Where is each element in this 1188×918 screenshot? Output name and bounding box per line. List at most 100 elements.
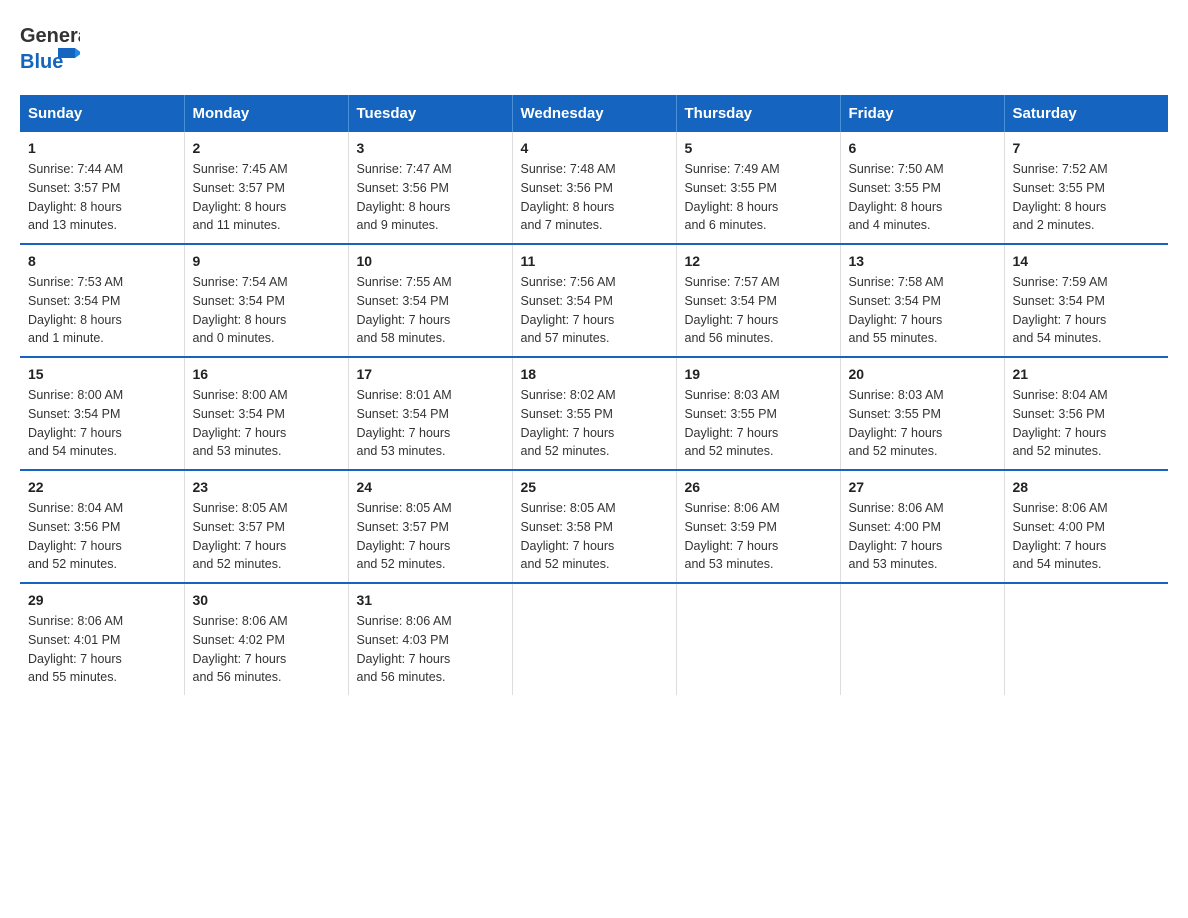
day-info: Sunrise: 8:05 AM Sunset: 3:58 PM Dayligh…	[521, 499, 668, 574]
day-info: Sunrise: 8:00 AM Sunset: 3:54 PM Dayligh…	[193, 386, 340, 461]
day-info: Sunrise: 8:03 AM Sunset: 3:55 PM Dayligh…	[685, 386, 832, 461]
day-number: 16	[193, 366, 340, 382]
calendar-week-5: 29 Sunrise: 8:06 AM Sunset: 4:01 PM Dayli…	[20, 583, 1168, 695]
day-info: Sunrise: 7:48 AM Sunset: 3:56 PM Dayligh…	[521, 160, 668, 235]
calendar-week-3: 15 Sunrise: 8:00 AM Sunset: 3:54 PM Dayli…	[20, 357, 1168, 470]
calendar-cell: 14Sunrise: 7:59 AM Sunset: 3:54 PM Dayli…	[1004, 244, 1168, 357]
day-info: Sunrise: 8:00 AM Sunset: 3:54 PM Dayligh…	[28, 386, 176, 461]
calendar-cell	[840, 583, 1004, 695]
day-info: Sunrise: 8:06 AM Sunset: 4:02 PM Dayligh…	[193, 612, 340, 687]
header-row: SundayMondayTuesdayWednesdayThursdayFrid…	[20, 95, 1168, 132]
calendar-cell	[676, 583, 840, 695]
calendar-cell: 18 Sunrise: 8:02 AM Sunset: 3:55 PM Dayli…	[512, 357, 676, 470]
calendar-week-2: 8 Sunrise: 7:53 AM Sunset: 3:54 PM Daylig…	[20, 244, 1168, 357]
day-info: Sunrise: 7:56 AM Sunset: 3:54 PM Dayligh…	[521, 273, 668, 348]
svg-text:Blue: Blue	[20, 51, 63, 73]
calendar-cell: 2 Sunrise: 7:45 AM Sunset: 3:57 PM Daylig…	[184, 132, 348, 244]
calendar-cell: 23Sunrise: 8:05 AM Sunset: 3:57 PM Dayli…	[184, 470, 348, 583]
day-info: Sunrise: 8:04 AM Sunset: 3:56 PM Dayligh…	[28, 499, 176, 574]
calendar-cell: 12 Sunrise: 7:57 AM Sunset: 3:54 PM Dayli…	[676, 244, 840, 357]
svg-text:General: General	[20, 25, 80, 47]
day-info: Sunrise: 7:58 AM Sunset: 3:54 PM Dayligh…	[849, 273, 996, 348]
day-number: 5	[685, 140, 832, 156]
day-number: 17	[357, 366, 504, 382]
calendar-cell: 24Sunrise: 8:05 AM Sunset: 3:57 PM Dayli…	[348, 470, 512, 583]
calendar-cell: 25 Sunrise: 8:05 AM Sunset: 3:58 PM Dayli…	[512, 470, 676, 583]
day-number: 18	[521, 366, 668, 382]
calendar-cell: 4 Sunrise: 7:48 AM Sunset: 3:56 PM Daylig…	[512, 132, 676, 244]
day-number: 12	[685, 253, 832, 269]
day-number: 13	[849, 253, 996, 269]
day-number: 3	[357, 140, 504, 156]
column-header-thursday: Thursday	[676, 95, 840, 132]
day-number: 25	[521, 479, 668, 495]
day-number: 4	[521, 140, 668, 156]
logo: General Blue	[20, 20, 80, 75]
day-info: Sunrise: 7:49 AM Sunset: 3:55 PM Dayligh…	[685, 160, 832, 235]
calendar-week-1: 1Sunrise: 7:44 AM Sunset: 3:57 PM Daylig…	[20, 132, 1168, 244]
column-header-saturday: Saturday	[1004, 95, 1168, 132]
day-number: 30	[193, 592, 340, 608]
calendar-cell: 20Sunrise: 8:03 AM Sunset: 3:55 PM Dayli…	[840, 357, 1004, 470]
calendar-cell: 13 Sunrise: 7:58 AM Sunset: 3:54 PM Dayli…	[840, 244, 1004, 357]
day-info: Sunrise: 8:02 AM Sunset: 3:55 PM Dayligh…	[521, 386, 668, 461]
day-number: 11	[521, 253, 668, 269]
day-info: Sunrise: 7:57 AM Sunset: 3:54 PM Dayligh…	[685, 273, 832, 348]
day-number: 10	[357, 253, 504, 269]
calendar-week-4: 22Sunrise: 8:04 AM Sunset: 3:56 PM Dayli…	[20, 470, 1168, 583]
day-number: 26	[685, 479, 832, 495]
day-number: 19	[685, 366, 832, 382]
day-number: 7	[1013, 140, 1161, 156]
day-info: Sunrise: 7:50 AM Sunset: 3:55 PM Dayligh…	[849, 160, 996, 235]
calendar-cell: 15 Sunrise: 8:00 AM Sunset: 3:54 PM Dayli…	[20, 357, 184, 470]
calendar-cell: 1Sunrise: 7:44 AM Sunset: 3:57 PM Daylig…	[20, 132, 184, 244]
calendar-cell: 19 Sunrise: 8:03 AM Sunset: 3:55 PM Dayli…	[676, 357, 840, 470]
logo-icon: General Blue	[20, 20, 80, 75]
calendar-cell: 9 Sunrise: 7:54 AM Sunset: 3:54 PM Daylig…	[184, 244, 348, 357]
calendar-cell: 29 Sunrise: 8:06 AM Sunset: 4:01 PM Dayli…	[20, 583, 184, 695]
day-info: Sunrise: 7:52 AM Sunset: 3:55 PM Dayligh…	[1013, 160, 1161, 235]
calendar-cell: 8 Sunrise: 7:53 AM Sunset: 3:54 PM Daylig…	[20, 244, 184, 357]
day-info: Sunrise: 8:06 AM Sunset: 4:00 PM Dayligh…	[849, 499, 996, 574]
day-number: 14	[1013, 253, 1161, 269]
day-info: Sunrise: 7:55 AM Sunset: 3:54 PM Dayligh…	[357, 273, 504, 348]
day-number: 2	[193, 140, 340, 156]
day-info: Sunrise: 8:01 AM Sunset: 3:54 PM Dayligh…	[357, 386, 504, 461]
calendar-cell: 16 Sunrise: 8:00 AM Sunset: 3:54 PM Dayli…	[184, 357, 348, 470]
day-number: 9	[193, 253, 340, 269]
calendar-cell	[512, 583, 676, 695]
column-header-wednesday: Wednesday	[512, 95, 676, 132]
day-info: Sunrise: 8:06 AM Sunset: 4:00 PM Dayligh…	[1013, 499, 1161, 574]
day-number: 21	[1013, 366, 1161, 382]
calendar-cell: 3 Sunrise: 7:47 AM Sunset: 3:56 PM Daylig…	[348, 132, 512, 244]
day-number: 15	[28, 366, 176, 382]
day-info: Sunrise: 8:06 AM Sunset: 3:59 PM Dayligh…	[685, 499, 832, 574]
day-number: 20	[849, 366, 996, 382]
day-number: 31	[357, 592, 504, 608]
column-header-friday: Friday	[840, 95, 1004, 132]
day-info: Sunrise: 7:45 AM Sunset: 3:57 PM Dayligh…	[193, 160, 340, 235]
calendar-cell: 22Sunrise: 8:04 AM Sunset: 3:56 PM Dayli…	[20, 470, 184, 583]
day-number: 28	[1013, 479, 1161, 495]
calendar-cell: 27 Sunrise: 8:06 AM Sunset: 4:00 PM Dayli…	[840, 470, 1004, 583]
column-header-sunday: Sunday	[20, 95, 184, 132]
calendar-cell	[1004, 583, 1168, 695]
day-info: Sunrise: 7:47 AM Sunset: 3:56 PM Dayligh…	[357, 160, 504, 235]
day-info: Sunrise: 7:54 AM Sunset: 3:54 PM Dayligh…	[193, 273, 340, 348]
calendar-cell: 26 Sunrise: 8:06 AM Sunset: 3:59 PM Dayli…	[676, 470, 840, 583]
calendar-cell: 5 Sunrise: 7:49 AM Sunset: 3:55 PM Daylig…	[676, 132, 840, 244]
day-info: Sunrise: 8:06 AM Sunset: 4:01 PM Dayligh…	[28, 612, 176, 687]
calendar-cell: 11 Sunrise: 7:56 AM Sunset: 3:54 PM Dayli…	[512, 244, 676, 357]
calendar-cell: 6Sunrise: 7:50 AM Sunset: 3:55 PM Daylig…	[840, 132, 1004, 244]
column-header-monday: Monday	[184, 95, 348, 132]
calendar-cell: 28 Sunrise: 8:06 AM Sunset: 4:00 PM Dayli…	[1004, 470, 1168, 583]
day-number: 8	[28, 253, 176, 269]
day-info: Sunrise: 8:04 AM Sunset: 3:56 PM Dayligh…	[1013, 386, 1161, 461]
calendar-cell: 31Sunrise: 8:06 AM Sunset: 4:03 PM Dayli…	[348, 583, 512, 695]
day-number: 29	[28, 592, 176, 608]
calendar-table: SundayMondayTuesdayWednesdayThursdayFrid…	[20, 95, 1168, 695]
day-info: Sunrise: 7:53 AM Sunset: 3:54 PM Dayligh…	[28, 273, 176, 348]
page-header: General Blue	[20, 20, 1168, 75]
day-number: 27	[849, 479, 996, 495]
calendar-cell: 17 Sunrise: 8:01 AM Sunset: 3:54 PM Dayli…	[348, 357, 512, 470]
